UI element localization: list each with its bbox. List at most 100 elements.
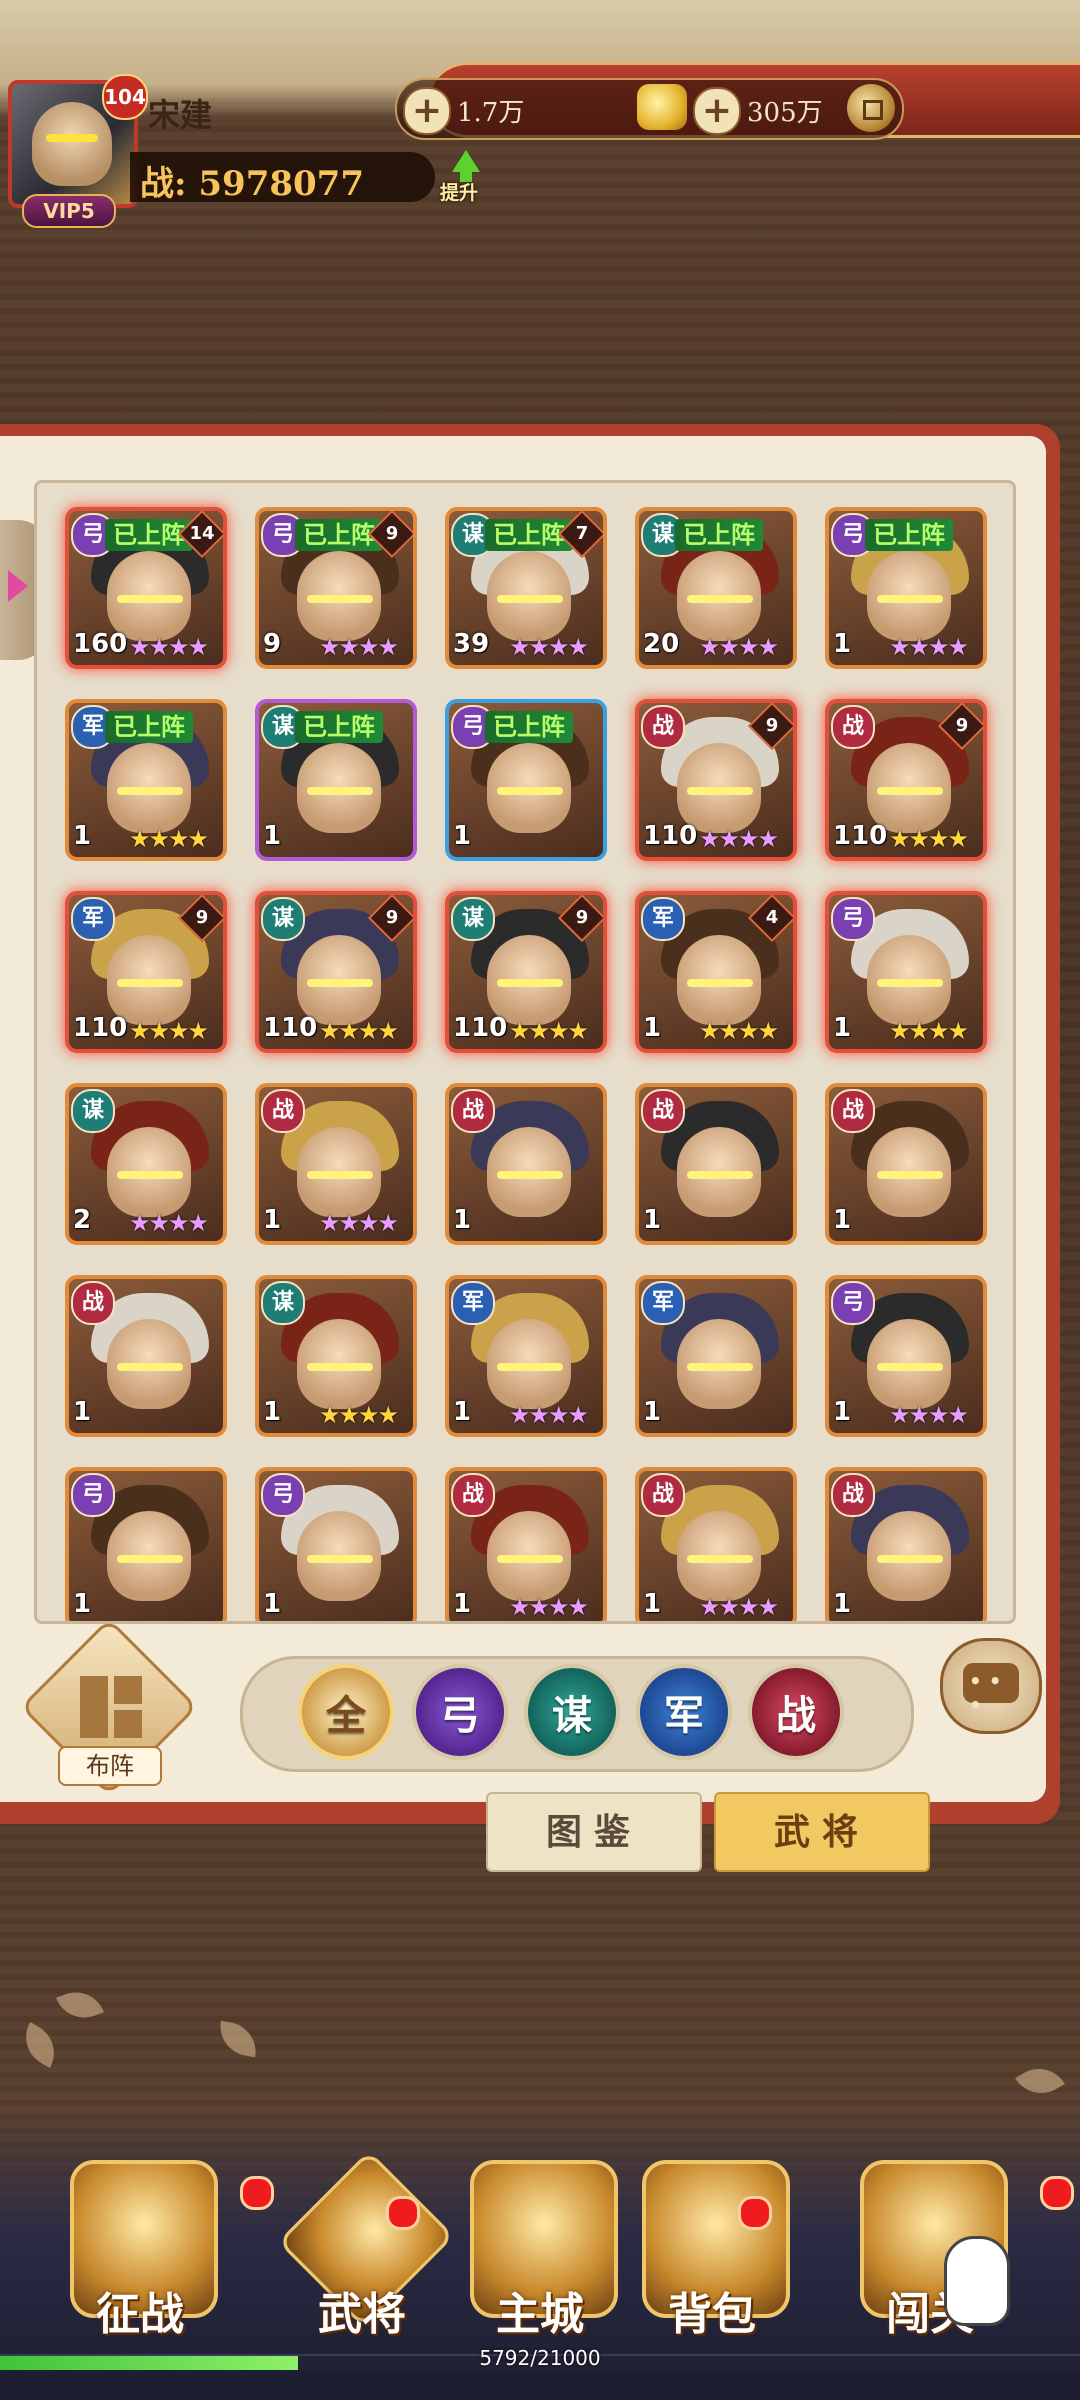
hero-stars: ★★★★ (699, 1017, 779, 1045)
class-badge: 战 (641, 705, 685, 749)
hero-card[interactable]: 弓 1 ★★★★ (825, 891, 987, 1053)
avatar-eyes (46, 134, 98, 142)
hero-card[interactable]: 谋 2 ★★★★ (65, 1083, 227, 1245)
hero-card[interactable]: 军 9 110 ★★★★ (65, 891, 227, 1053)
class-badge: 弓 (261, 1473, 305, 1517)
hero-card[interactable]: 谋已上阵 20 ★★★★ (635, 507, 797, 669)
vip-badge[interactable]: VIP5 (22, 194, 116, 228)
class-badge: 战 (451, 1473, 495, 1517)
nav-generals[interactable]: 武将 (262, 2150, 462, 2360)
exp-progress-fill (0, 2356, 298, 2370)
hero-card[interactable]: 弓1 (255, 1467, 417, 1621)
ingot-amount: 305万 (747, 98, 823, 128)
upgrade-button[interactable]: 提升 (440, 150, 492, 206)
rank-value: 9 (385, 523, 399, 544)
hero-level: 1 (73, 1589, 92, 1619)
hero-card[interactable]: 谋已上阵 7 39 ★★★★ (445, 507, 607, 669)
hero-card[interactable]: 战 9 110 ★★★★ (825, 699, 987, 861)
hero-eyes (877, 1363, 943, 1371)
add-ingot-button[interactable]: + (693, 87, 741, 135)
class-badge: 军 (641, 1281, 685, 1325)
nav-label: 背包 (668, 2289, 756, 2340)
hero-card[interactable]: 谋已上阵 1 (255, 699, 417, 861)
hero-stars: ★★★★ (509, 1017, 589, 1045)
hero-level: 1 (453, 1397, 472, 1427)
hero-level: 1 (263, 1589, 282, 1619)
class-badge: 谋 (451, 897, 495, 941)
formation-label[interactable]: 布阵 (58, 1746, 162, 1786)
hero-level: 1 (833, 1589, 852, 1619)
hero-card[interactable]: 弓 1 ★★★★ (825, 1275, 987, 1437)
hero-card[interactable]: 军1 (635, 1275, 797, 1437)
tab-codex[interactable]: 图鉴 (486, 1792, 702, 1872)
nav-label: 征战 (96, 2289, 184, 2340)
hero-level: 1 (263, 821, 282, 851)
nav-main-city[interactable]: 主城 (440, 2160, 640, 2360)
hero-card[interactable]: 弓1 (65, 1467, 227, 1621)
hero-card[interactable]: 战 1 ★★★★ (255, 1083, 417, 1245)
hero-card[interactable]: 战1 (445, 1083, 607, 1245)
chat-icon (963, 1663, 1019, 1717)
hero-card[interactable]: 弓已上阵 9 9 ★★★★ (255, 507, 417, 669)
rank-value: 9 (765, 715, 779, 736)
hero-eyes (877, 595, 943, 603)
hero-level: 110 (643, 821, 698, 851)
hero-card[interactable]: 战 1 ★★★★ (635, 1467, 797, 1621)
hero-card[interactable]: 谋 9 110 ★★★★ (445, 891, 607, 1053)
add-gold-button[interactable]: + (403, 87, 451, 135)
class-badge: 战 (831, 1473, 875, 1517)
filter-warrior-button[interactable]: 战 (748, 1664, 844, 1760)
hero-eyes (687, 787, 753, 795)
hero-level: 1 (833, 1397, 852, 1427)
class-badge: 谋 (261, 1281, 305, 1325)
class-badge: 战 (451, 1089, 495, 1133)
nav-campaign[interactable]: 征战 (40, 2160, 240, 2360)
hero-card[interactable]: 战 9 110 ★★★★ (635, 699, 797, 861)
combat-power-bar: 战: 5978077 (130, 152, 435, 204)
hero-stars: ★★★★ (509, 1593, 589, 1621)
tab-generals[interactable]: 武将 (714, 1792, 930, 1872)
hero-card[interactable]: 谋 9 110 ★★★★ (255, 891, 417, 1053)
hero-card[interactable]: 弓已上阵 1 ★★★★ (825, 507, 987, 669)
class-badge: 弓 (71, 1473, 115, 1517)
hero-stars: ★★★★ (129, 1017, 209, 1045)
hero-level: 1 (643, 1205, 662, 1235)
class-badge: 战 (831, 1089, 875, 1133)
hero-card[interactable]: 军 4 1 ★★★★ (635, 891, 797, 1053)
hero-card[interactable]: 谋 1 ★★★★ (255, 1275, 417, 1437)
hero-level: 1 (263, 1397, 282, 1427)
hero-eyes (497, 1363, 563, 1371)
filter-army-button[interactable]: 军 (636, 1664, 732, 1760)
hero-card[interactable]: 战1 (825, 1467, 987, 1621)
hero-eyes (497, 1171, 563, 1179)
hero-card[interactable]: 战 1 ★★★★ (445, 1467, 607, 1621)
filter-all-button[interactable]: 全 (298, 1664, 394, 1760)
nav-backpack[interactable]: 背包 (612, 2160, 812, 2360)
hero-stars: ★★★★ (889, 1401, 969, 1429)
rank-value: 7 (575, 523, 589, 544)
class-badge: 弓 (831, 1281, 875, 1325)
class-badge: 弓 (831, 897, 875, 941)
hero-level: 110 (453, 1013, 508, 1043)
hero-card[interactable]: 战1 (65, 1275, 227, 1437)
hero-stars: ★★★★ (319, 1401, 399, 1429)
rank-value: 9 (385, 907, 399, 928)
filter-bow-button[interactable]: 弓 (412, 1664, 508, 1760)
hero-stars: ★★★★ (509, 1401, 589, 1429)
hero-card[interactable]: 战1 (825, 1083, 987, 1245)
class-badge: 军 (641, 897, 685, 941)
hero-stars: ★★★★ (509, 633, 589, 661)
hero-card[interactable]: 弓已上阵 14 160 ★★★★ (65, 507, 227, 669)
hero-level: 110 (263, 1013, 318, 1043)
filter-strategist-button[interactable]: 谋 (524, 1664, 620, 1760)
class-badge: 谋 (71, 1089, 115, 1133)
hero-level: 1 (263, 1205, 282, 1235)
hero-level: 2 (73, 1205, 92, 1235)
hero-card[interactable]: 军已上阵 1 ★★★★ (65, 699, 227, 861)
hero-card[interactable]: 弓已上阵 1 (445, 699, 607, 861)
hero-card[interactable]: 战1 (635, 1083, 797, 1245)
hero-eyes (497, 595, 563, 603)
chat-button[interactable] (940, 1638, 1042, 1734)
hero-stars: ★★★★ (319, 633, 399, 661)
hero-card[interactable]: 军 1 ★★★★ (445, 1275, 607, 1437)
